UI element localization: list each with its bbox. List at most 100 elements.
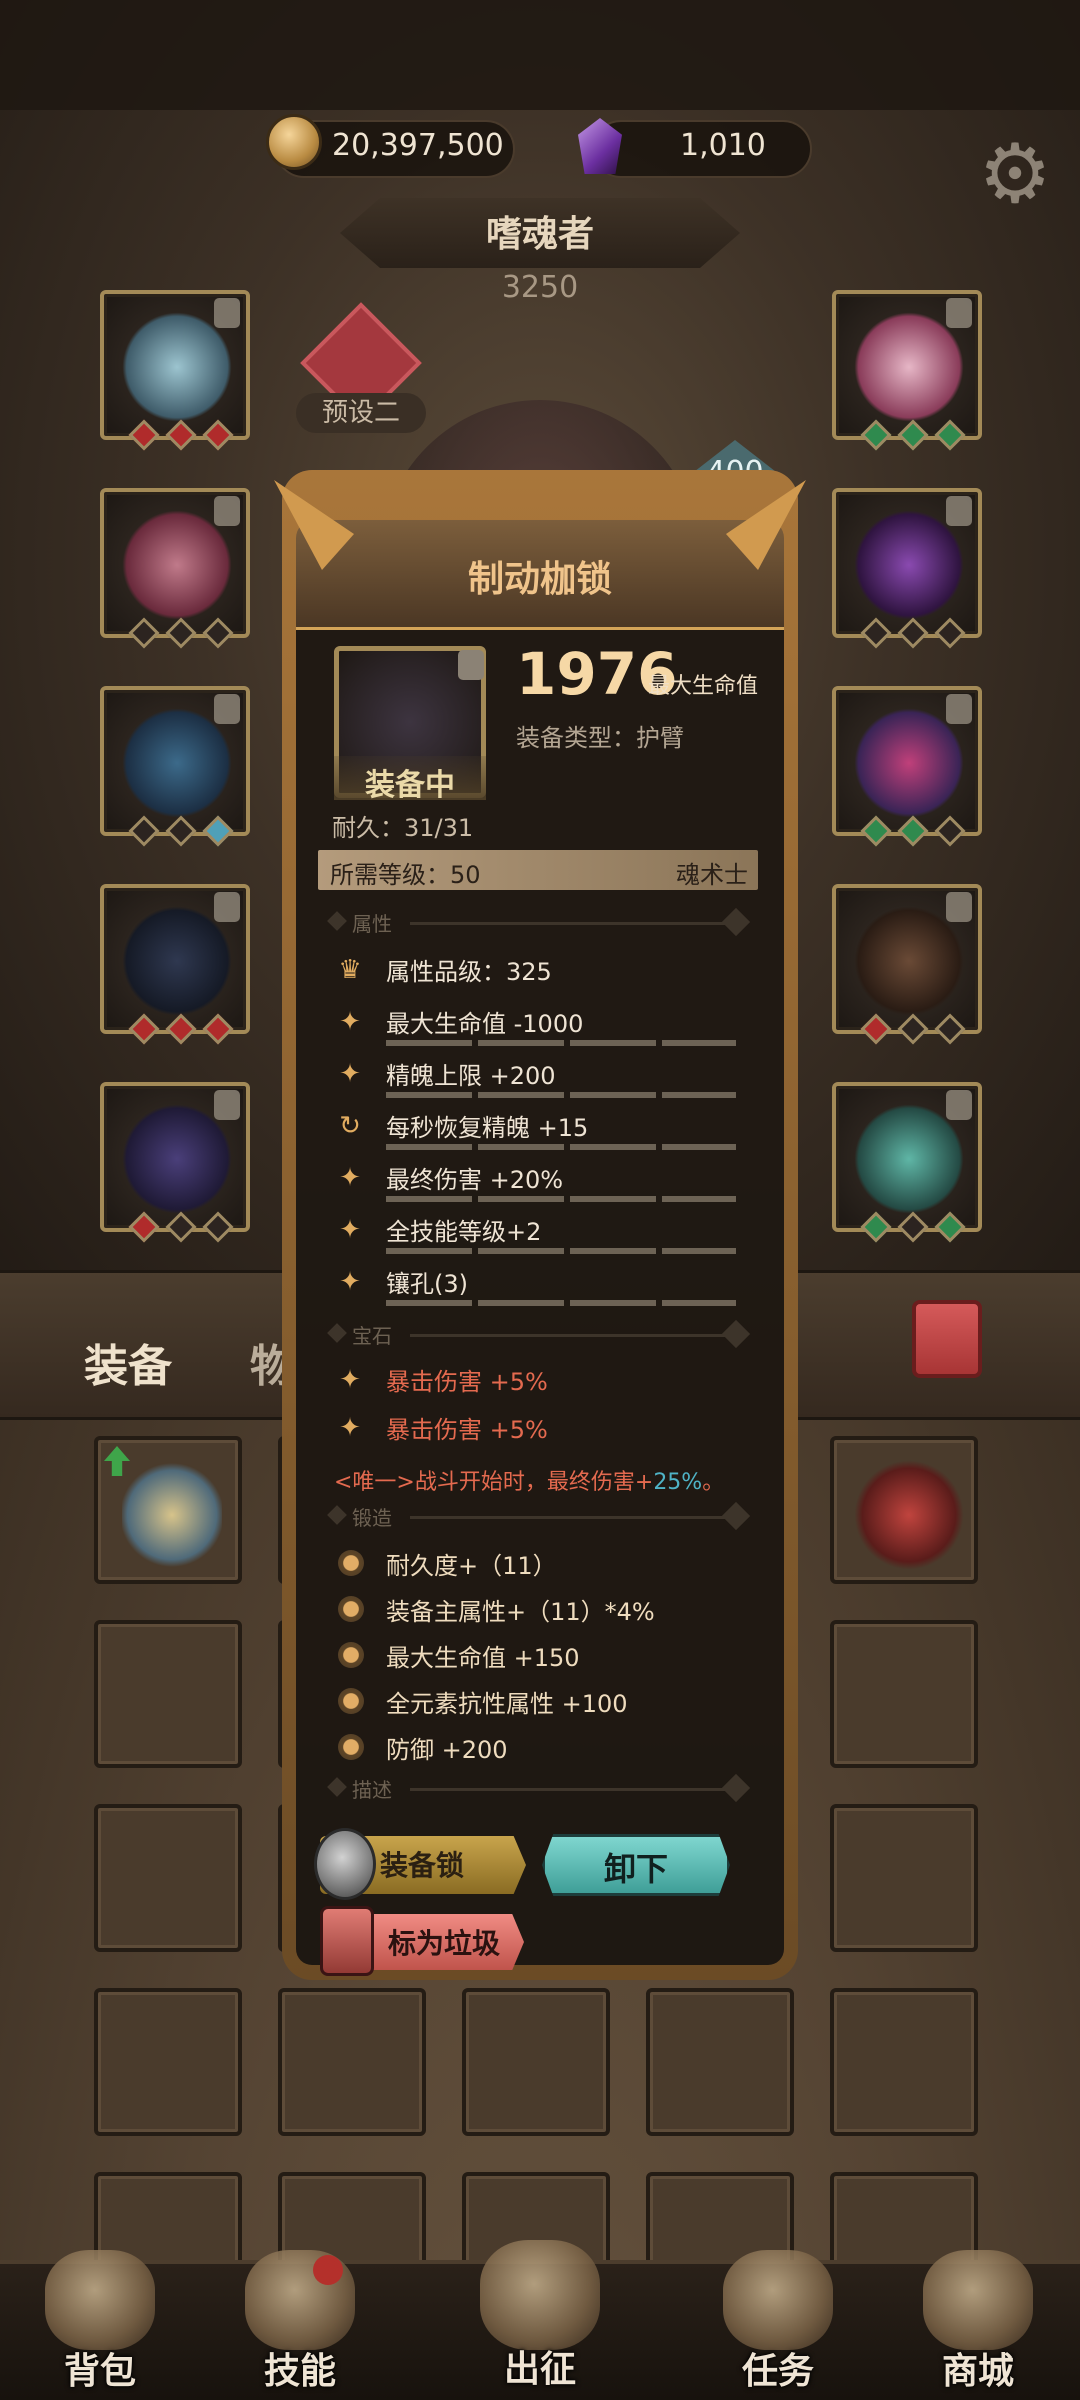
stat-row: ✦ 精魄上限 +200 <box>330 1054 750 1100</box>
equip-slot-bracer[interactable] <box>100 686 250 847</box>
unequip-label[interactable]: 卸下 <box>542 1844 730 1890</box>
shop-icon <box>923 2250 1033 2350</box>
nav-expedition[interactable]: 出征 <box>450 2240 630 2390</box>
forge-bullet-icon <box>338 1734 364 1760</box>
bag-slot[interactable] <box>830 1804 978 1952</box>
nav-shop[interactable]: 商城 <box>888 2250 1068 2400</box>
equip-type: 装备类型：护臂 <box>516 724 684 752</box>
lock-icon <box>214 298 240 328</box>
regen-icon: ↻ <box>339 1111 361 1141</box>
lock-icon <box>946 1090 972 1120</box>
mark-as-trash-label[interactable]: 标为垃圾 <box>388 1922 500 1962</box>
star-icon: ✦ <box>339 1413 361 1443</box>
top-bar <box>0 0 1080 110</box>
forge-bullet-icon <box>338 1550 364 1576</box>
boots-item-icon <box>122 1104 232 1214</box>
equip-slot-armor[interactable] <box>100 488 250 649</box>
tab-equipment[interactable]: 装备 <box>84 1330 172 1394</box>
gem-amount: 1,010 <box>680 128 766 163</box>
pants-item-icon <box>122 906 232 1016</box>
notification-dot <box>313 2255 343 2285</box>
forge-stat-row: 全元素抗性属性 +100 <box>330 1680 750 1726</box>
forge-bullet-icon <box>338 1642 364 1668</box>
nav-skills[interactable]: 技能 <box>210 2250 390 2400</box>
lock-icon <box>946 892 972 922</box>
settings-gear-icon[interactable]: ⚙ <box>974 134 1056 216</box>
lock-icon <box>214 496 240 526</box>
equip-slot-glove[interactable] <box>832 488 982 649</box>
equip-slot-pants[interactable] <box>100 884 250 1045</box>
nav-quests[interactable]: 任务 <box>688 2250 868 2400</box>
charm-item-icon <box>854 1104 964 1214</box>
nav-label: 技能 <box>263 2351 336 2392</box>
equip-slot-helmet[interactable] <box>100 290 250 451</box>
lock-icon <box>214 694 240 724</box>
trash-can-icon[interactable] <box>912 1300 982 1378</box>
equip-slot-charm[interactable] <box>832 1082 982 1243</box>
nav-label: 背包 <box>63 2351 136 2392</box>
bag-slot[interactable] <box>278 1988 426 2136</box>
star-icon: ✦ <box>339 1059 361 1089</box>
upgrade-arrow-icon <box>104 1446 130 1476</box>
lock-icon <box>946 694 972 724</box>
gold-coin-icon <box>266 114 322 170</box>
lock-icon <box>214 892 240 922</box>
bag-slot[interactable] <box>830 1988 978 2136</box>
section-attributes: 属性 <box>327 907 751 938</box>
gold-amount: 20,397,500 <box>332 128 504 163</box>
necklace-item-icon <box>854 708 964 818</box>
gem-stat-row: ✦ 暴击伤害 +5% <box>330 1360 750 1406</box>
section-gems: 宝石 <box>327 1319 751 1350</box>
durability-text: 耐久：31/31 <box>332 814 474 842</box>
nav-label: 任务 <box>741 2351 814 2392</box>
unique-effect: <唯一>战斗开始时，最终伤害+25%。 <box>334 1470 725 1495</box>
character-name: 嗜魂者 <box>485 214 594 255</box>
sword-map-icon <box>480 2240 600 2350</box>
bag-slot[interactable] <box>94 1620 242 1768</box>
character-power: 3250 <box>501 270 579 305</box>
section-forge: 锻造 <box>327 1501 751 1532</box>
bag-slot[interactable] <box>830 1436 978 1584</box>
equip-slot-necklace[interactable] <box>832 686 982 847</box>
gem-stat-row: ✦ 暴击伤害 +5% <box>330 1408 750 1454</box>
equip-slot-cape[interactable] <box>832 290 982 451</box>
glove-item-icon <box>854 510 964 620</box>
required-class: 魂术士 <box>676 861 748 889</box>
forge-stat-row: 装备主属性+（11）*4% <box>330 1588 750 1634</box>
bow-item-icon <box>854 906 964 1016</box>
bag-slot[interactable] <box>94 1988 242 2136</box>
stat-row: ✦ 最大生命值 -1000 <box>330 1002 750 1048</box>
lock-icon <box>946 496 972 526</box>
item-name: 制动枷锁 <box>467 559 612 600</box>
equipped-label: 装备中 <box>365 768 455 803</box>
red-bracer-item-icon <box>854 1460 964 1570</box>
star-icon: ✦ <box>339 1365 361 1395</box>
star-icon: ✦ <box>339 1007 361 1037</box>
scroll-icon <box>723 2250 833 2350</box>
bag-slot[interactable] <box>94 1804 242 1952</box>
stat-row: ↻ 每秒恢复精魄 +15 <box>330 1106 750 1152</box>
claw-item-icon <box>122 1460 222 1570</box>
nav-label: 出征 <box>503 2349 576 2390</box>
bag-slot[interactable] <box>646 1988 794 2136</box>
trash-can-icon <box>320 1906 374 1976</box>
forge-bullet-icon <box>338 1596 364 1622</box>
stat-row: ♛ 属性品级：325 <box>330 950 750 996</box>
equip-slot-weapon[interactable] <box>832 884 982 1045</box>
forge-stat-row: 最大生命值 +150 <box>330 1634 750 1680</box>
forge-stat-row: 防御 +200 <box>330 1726 750 1772</box>
star-icon: ✦ <box>339 1267 361 1297</box>
lock-icon <box>458 650 484 680</box>
bag-slot[interactable] <box>462 1988 610 2136</box>
section-description: 描述 <box>327 1773 751 1804</box>
equipment-lock-label[interactable]: 装备锁 <box>380 1844 464 1884</box>
nav-backpack[interactable]: 背包 <box>10 2250 190 2400</box>
bag-slot[interactable] <box>94 1436 242 1584</box>
stat-row: ✦ 全技能等级+2 <box>330 1210 750 1256</box>
helmet-item-icon <box>122 312 232 422</box>
preset-label[interactable]: 预设二 <box>296 393 426 433</box>
forge-bullet-icon <box>338 1688 364 1714</box>
bag-slot[interactable] <box>830 1620 978 1768</box>
equip-slot-boots[interactable] <box>100 1082 250 1243</box>
forge-stat-row: 耐久度+（11） <box>330 1542 750 1588</box>
